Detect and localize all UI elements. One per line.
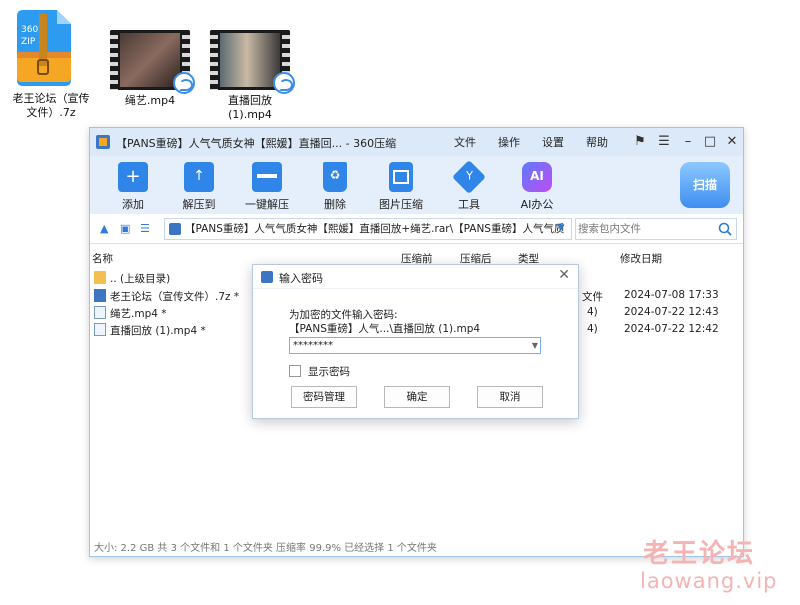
file-date: 2024-07-22 12:42 <box>624 323 719 335</box>
file-type: 4) <box>587 323 598 335</box>
desktop-item-zip[interactable]: 360 ZIP 老王论坛（宣传文件）.7z <box>5 8 97 120</box>
menu-file[interactable]: 文件 <box>454 134 476 150</box>
show-password-checkbox[interactable] <box>289 365 301 377</box>
search-placeholder: 搜索包内文件 <box>578 223 641 235</box>
video-file-icon <box>273 72 295 94</box>
col-name[interactable]: 名称 <box>92 251 113 266</box>
file-type: 文件 <box>582 291 603 303</box>
window-title: 【PANS重磅】人气气质女神【熙媛】直播回... - 360压缩 <box>116 137 397 150</box>
extract-to-label: 解压到 <box>182 198 216 211</box>
file-date: 2024-07-22 12:43 <box>624 306 719 318</box>
address-path: 【PANS重磅】人气气质女神【熙媛】直播回放+绳艺.rar\【PANS重磅】人气… <box>185 223 565 235</box>
chevron-down-icon[interactable]: ▼ <box>552 218 570 238</box>
file-date: 2024-07-08 17:33 <box>624 289 719 301</box>
dialog-title-bar[interactable]: 输入密码 ✕ <box>253 265 578 289</box>
add-icon: + <box>118 162 148 192</box>
file-name: 老王论坛（宣传文件）.7z * <box>110 291 240 303</box>
password-input[interactable]: ******** ▼ <box>289 337 541 354</box>
one-click-extract-icon <box>252 162 282 192</box>
video-file-icon <box>94 306 106 319</box>
archive-app-icon <box>96 135 110 149</box>
file-name: 直播回放 (1).mp4 * <box>110 325 206 337</box>
toolbar: + 添加 ↑ 解压到 一键解压 ♻ 删除 图片压缩 Y 工具 AI AI办公 扫… <box>90 156 743 214</box>
search-icon[interactable] <box>718 222 732 236</box>
password-manage-button[interactable]: 密码管理 <box>291 386 357 408</box>
video-file-icon <box>94 323 106 336</box>
delete-button[interactable]: ♻ 删除 <box>300 160 370 212</box>
title-bar[interactable]: 【PANS重磅】人气气质女神【熙媛】直播回... - 360压缩 文件 操作 设… <box>90 128 743 156</box>
watermark-title: 老王论坛 <box>643 539 756 569</box>
desktop-item-label: 绳艺.mp4 <box>124 94 176 107</box>
close-icon[interactable]: ✕ <box>558 267 570 283</box>
col-date[interactable]: 修改日期 <box>620 251 662 266</box>
one-click-extract-button[interactable]: 一键解压 <box>232 160 302 212</box>
cancel-button[interactable]: 取消 <box>477 386 543 408</box>
file-name: 绳艺.mp4 * <box>110 308 167 320</box>
extract-to-button[interactable]: ↑ 解压到 <box>164 160 234 212</box>
ok-button[interactable]: 确定 <box>384 386 450 408</box>
one-click-extract-label: 一键解压 <box>245 198 289 211</box>
add-button[interactable]: + 添加 <box>98 160 168 212</box>
encrypted-file-name: 【PANS重磅】人气...\直播回放 (1).mp4 <box>289 323 481 335</box>
image-compress-button[interactable]: 图片压缩 <box>366 160 436 212</box>
delete-icon: ♻ <box>323 162 347 192</box>
feedback-icon[interactable]: ☰ <box>654 132 674 152</box>
image-compress-icon <box>389 162 413 192</box>
scan-button[interactable]: 扫描 <box>680 162 730 208</box>
minimize-icon[interactable]: – <box>678 132 698 152</box>
menu-settings[interactable]: 设置 <box>542 134 564 150</box>
folder-icon <box>94 271 106 284</box>
add-label: 添加 <box>122 198 144 211</box>
image-compress-label: 图片压缩 <box>379 198 423 211</box>
address-bar: ▲ ▣ ☰ 【PANS重磅】人气气质女神【熙媛】直播回放+绳艺.rar\【PAN… <box>90 214 743 244</box>
desktop-item-label: 老王论坛（宣传文件）.7z <box>12 92 90 119</box>
ai-office-label: AI办公 <box>520 198 554 211</box>
chevron-down-icon[interactable]: ▼ <box>532 338 538 353</box>
skin-icon[interactable]: ⚑ <box>630 132 650 152</box>
archive-icon <box>169 223 181 235</box>
menu-help[interactable]: 帮助 <box>586 134 608 150</box>
file-type: 4) <box>587 306 598 318</box>
360zip-archive-icon: 360 ZIP <box>17 10 71 86</box>
tools-icon: Y <box>452 160 486 194</box>
tools-label: 工具 <box>458 198 480 211</box>
ai-office-button[interactable]: AI AI办公 <box>502 160 572 212</box>
menu-action[interactable]: 操作 <box>498 134 520 150</box>
watermark-url: laowang.vip <box>640 569 778 593</box>
video-file-icon <box>173 72 195 94</box>
search-input[interactable]: 搜索包内文件 <box>575 218 737 240</box>
dialog-title: 输入密码 <box>279 272 323 285</box>
address-field[interactable]: 【PANS重磅】人气气质女神【熙媛】直播回放+绳艺.rar\【PANS重磅】人气… <box>164 218 572 240</box>
close-icon[interactable]: ✕ <box>722 132 742 152</box>
password-prompt: 为加密的文件输入密码: <box>289 309 398 321</box>
archive-icon <box>261 271 273 283</box>
svg-text:ZIP: ZIP <box>21 37 36 47</box>
svg-text:360: 360 <box>21 25 38 35</box>
maximize-icon[interactable]: □ <box>700 132 720 152</box>
view-tile-icon[interactable]: ▣ <box>120 222 130 235</box>
file-name: .. (上级目录) <box>110 273 171 285</box>
view-list-icon[interactable]: ☰ <box>140 222 150 235</box>
desktop-item-label: 直播回放 (1).mp4 <box>228 94 272 121</box>
password-value: ******** <box>293 340 333 351</box>
delete-label: 删除 <box>324 198 346 211</box>
ai-office-icon: AI <box>522 162 552 192</box>
show-password-label: 显示密码 <box>308 366 350 378</box>
extract-to-icon: ↑ <box>184 162 214 192</box>
up-arrow-icon[interactable]: ▲ <box>100 222 108 235</box>
archive-icon <box>94 289 106 302</box>
password-dialog: 输入密码 ✕ 为加密的文件输入密码: 【PANS重磅】人气...\直播回放 (1… <box>252 264 579 419</box>
tools-button[interactable]: Y 工具 <box>434 160 504 212</box>
